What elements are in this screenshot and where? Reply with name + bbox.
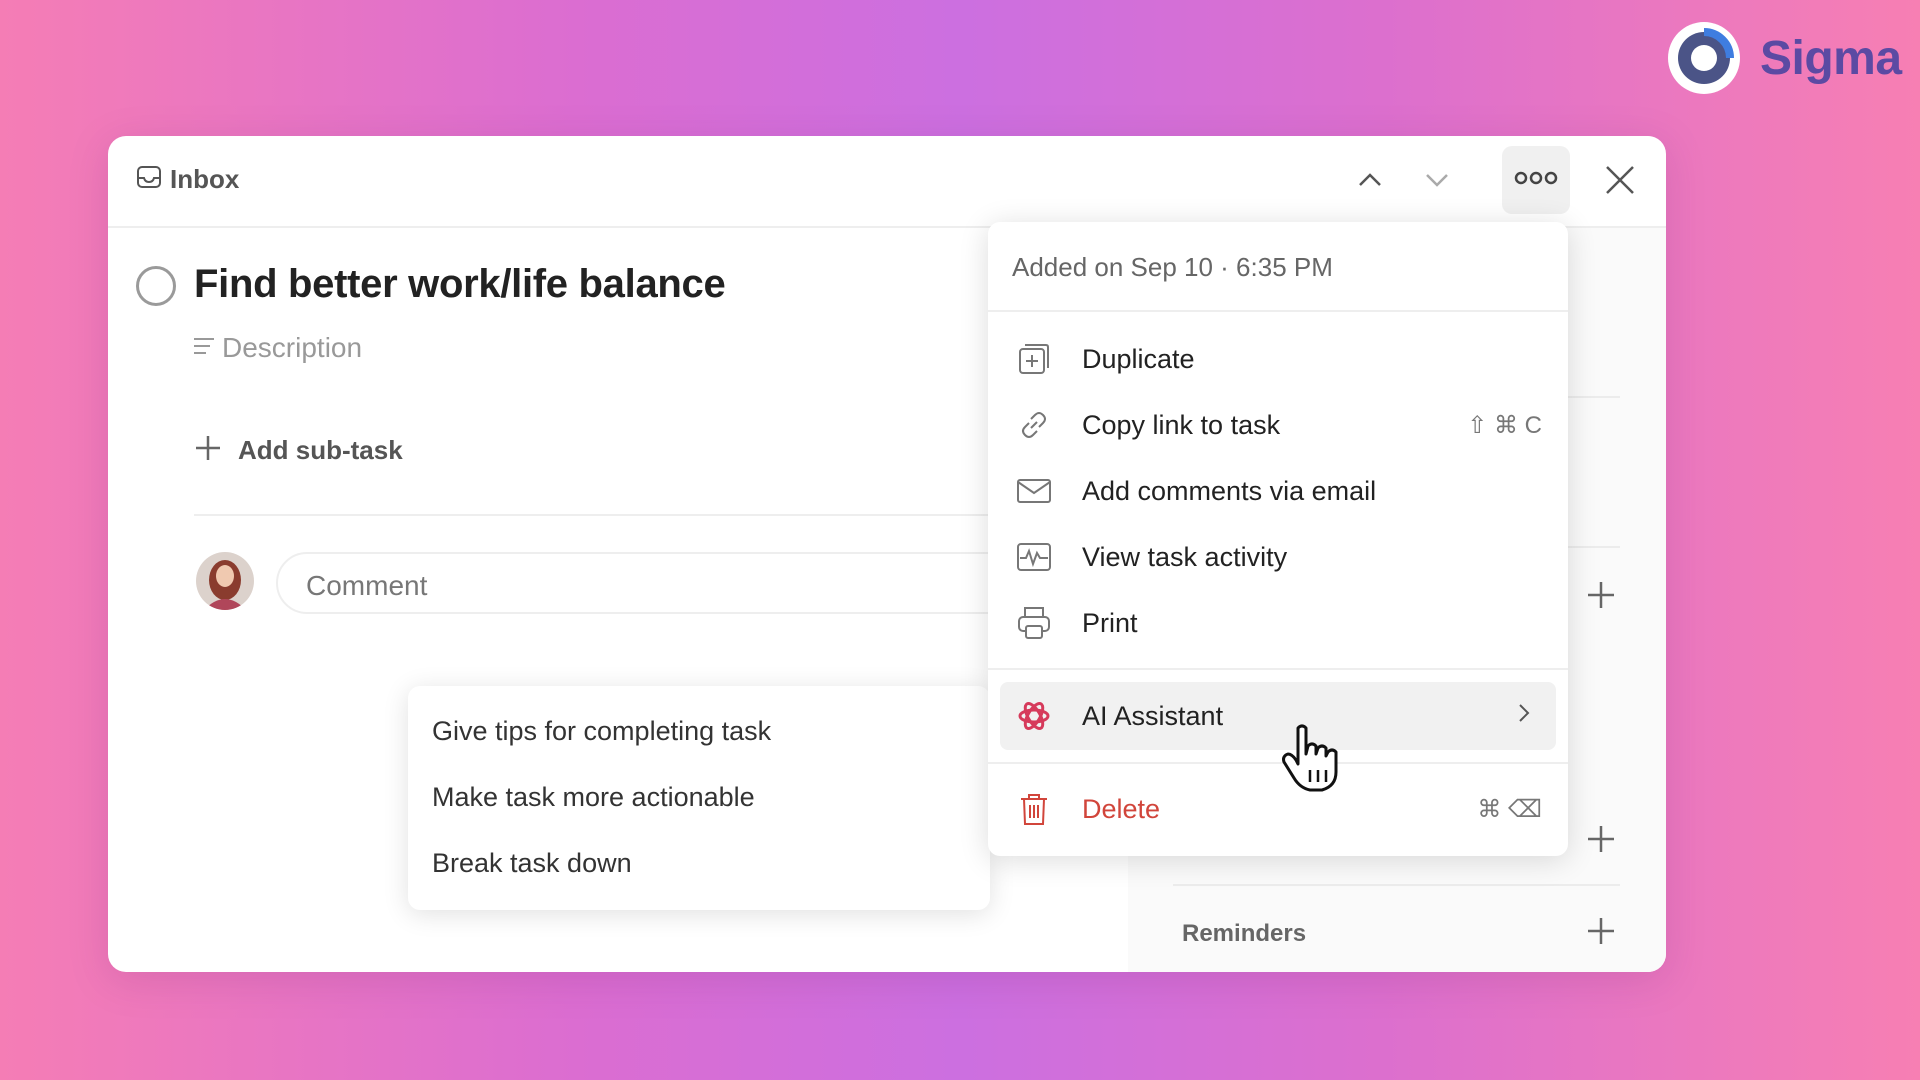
breadcrumb-label: Inbox xyxy=(170,164,240,194)
menu-item-label: Delete xyxy=(1082,793,1161,824)
plus-icon xyxy=(1584,826,1618,860)
brand-name: Sigma xyxy=(1760,31,1902,85)
ai-assistant-submenu: Give tips for completing task Make task … xyxy=(408,686,990,910)
reminders-label: Reminders xyxy=(1182,920,1307,947)
more-actions-menu: Added on Sep 10 · 6:35 PM Duplicate Copy… xyxy=(988,222,1568,856)
menu-item-ai-assistant[interactable]: AI Assistant xyxy=(988,687,1568,745)
duplicate-icon xyxy=(1016,341,1052,377)
more-horizontal-icon xyxy=(1514,170,1558,191)
keyboard-shortcut: ⇧ ⌘ C xyxy=(1467,411,1542,439)
menu-item-label: AI Assistant xyxy=(1082,700,1224,731)
ai-submenu-item[interactable]: Give tips for completing task xyxy=(432,716,771,747)
add-subtask-button[interactable]: Add sub-task xyxy=(194,434,403,467)
more-actions-button[interactable] xyxy=(1502,146,1570,214)
chevron-right-icon xyxy=(1514,701,1534,732)
close-icon xyxy=(1603,163,1637,202)
printer-icon xyxy=(1016,605,1052,641)
menu-item-add-comments-via-email[interactable]: Add comments via email xyxy=(988,462,1568,520)
menu-item-delete[interactable]: Delete ⌘ ⌫ xyxy=(988,780,1568,838)
ai-assistant-icon xyxy=(1016,698,1052,734)
plus-icon xyxy=(1584,582,1618,616)
add-reminder-button[interactable] xyxy=(1584,914,1618,948)
ai-submenu-item[interactable]: Break task down xyxy=(432,848,632,879)
previous-task-button[interactable] xyxy=(1346,158,1394,206)
next-task-button[interactable] xyxy=(1413,158,1461,206)
activity-icon xyxy=(1016,539,1052,575)
chevron-up-icon xyxy=(1354,164,1386,201)
plus-icon xyxy=(194,434,222,467)
chevron-down-icon xyxy=(1421,164,1453,201)
sidebar-add-button[interactable] xyxy=(1584,822,1618,856)
sigma-logo-icon xyxy=(1666,20,1742,96)
menu-item-label: Duplicate xyxy=(1082,343,1195,374)
menu-item-print[interactable]: Print xyxy=(988,594,1568,652)
task-title[interactable]: Find better work/life balance xyxy=(194,262,726,307)
divider xyxy=(194,514,1124,516)
email-icon xyxy=(1016,473,1052,509)
modal-header: Inbox xyxy=(108,136,1666,228)
ai-submenu-item[interactable]: Make task more actionable xyxy=(432,782,755,813)
menu-divider xyxy=(988,762,1568,764)
breadcrumb[interactable]: Inbox xyxy=(136,164,239,195)
description-placeholder: Description xyxy=(222,332,363,363)
link-icon xyxy=(1016,407,1052,443)
menu-item-label: Copy link to task xyxy=(1082,409,1281,440)
description-field[interactable]: Description xyxy=(192,332,362,364)
close-button[interactable] xyxy=(1596,158,1644,206)
sidebar-add-button[interactable] xyxy=(1584,578,1618,612)
avatar xyxy=(196,552,254,610)
keyboard-shortcut: ⌘ ⌫ xyxy=(1477,795,1542,823)
menu-item-copy-link[interactable]: Copy link to task ⇧ ⌘ C xyxy=(988,396,1568,454)
menu-item-duplicate[interactable]: Duplicate xyxy=(988,330,1568,388)
plus-icon xyxy=(1584,918,1618,952)
description-icon xyxy=(192,335,216,362)
comment-placeholder: Comment xyxy=(306,570,428,601)
menu-item-label: Add comments via email xyxy=(1082,475,1377,506)
sigma-brand: Sigma xyxy=(1666,20,1902,96)
menu-item-label: View task activity xyxy=(1082,541,1288,572)
add-subtask-label: Add sub-task xyxy=(238,435,403,465)
inbox-icon xyxy=(136,164,162,195)
task-added-date: Added on Sep 10 · 6:35 PM xyxy=(1012,252,1333,282)
menu-divider xyxy=(988,310,1568,312)
task-complete-checkbox[interactable] xyxy=(136,266,176,306)
hand-pointer-cursor-icon xyxy=(1280,724,1344,794)
menu-item-label: Print xyxy=(1082,607,1138,638)
trash-icon xyxy=(1016,791,1052,827)
sidebar-divider xyxy=(1173,884,1620,886)
menu-item-view-activity[interactable]: View task activity xyxy=(988,528,1568,586)
menu-divider xyxy=(988,668,1568,670)
